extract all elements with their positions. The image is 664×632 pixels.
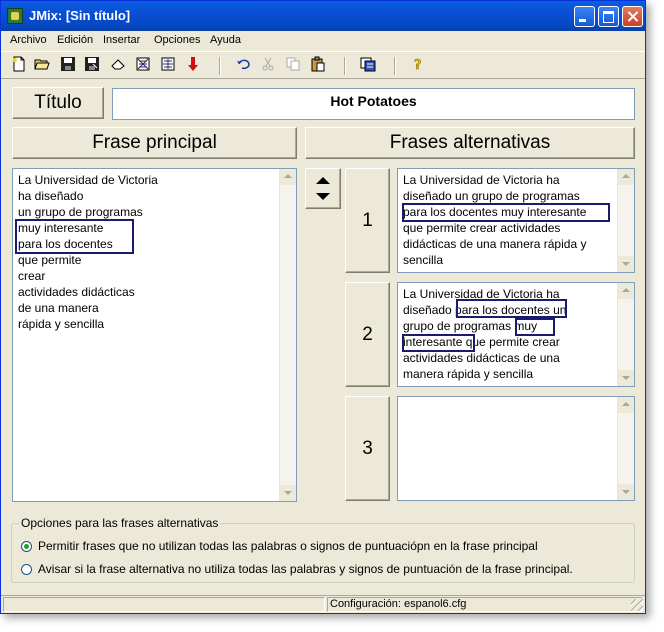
menu-edicion[interactable]: Edición [57,34,93,46]
alternative-textarea-3[interactable] [397,396,635,501]
title-bar[interactable]: JMix: [Sin título] [1,1,645,31]
alt1-line: diseñado un grupo de programas [403,189,580,203]
move-up-arrow-icon[interactable] [316,177,330,184]
alt1-line: que permite crear actividades [403,221,561,235]
main-vertical-scrollbar[interactable] [279,169,296,501]
export-arrow-icon[interactable] [184,56,202,74]
close-button[interactable] [622,6,643,27]
main-sentence-header[interactable]: Frase principal [12,127,297,159]
main-line: actividades didácticas [18,285,135,299]
save-icon[interactable] [59,56,77,74]
alt1-line: didácticas de una manera rápida y [403,237,587,251]
alternative-number-2[interactable]: 2 [345,282,390,387]
alternative-sentences-header[interactable]: Frases alternativas [305,127,635,159]
status-cell-empty [3,597,325,612]
alt3-vertical-scrollbar[interactable] [617,397,634,500]
menu-bar: Archivo Edición Insertar Opciones Ayuda [1,32,645,50]
app-window: JMix: [Sin título] Archivo Edición Inser… [0,0,646,614]
svg-text:?: ? [414,58,422,72]
new-file-icon[interactable] [10,56,28,74]
copy-icon[interactable] [284,56,302,74]
resize-grip-icon[interactable] [631,599,643,611]
title-label-button[interactable]: Título [12,87,104,119]
main-line: La Universidad de Victoria [18,173,158,187]
highlight-box [402,203,610,222]
alternative-textarea-2[interactable]: La Universidad de Victoria ha diseñado p… [397,282,635,387]
toolbar-separator [394,57,396,75]
main-line: rápida y sencilla [18,317,105,331]
main-line: ha diseñado [18,189,84,203]
reorder-buttons[interactable] [305,168,341,209]
minimize-button[interactable] [574,6,595,27]
main-line: de una manera [18,301,99,315]
status-bar: Configuración: espanol6.cfg [1,595,645,613]
paste-icon[interactable] [309,56,327,74]
cut-icon[interactable] [259,56,277,74]
alternative-number-1[interactable]: 1 [345,168,390,273]
main-sentence-textarea[interactable]: La Universidad de Victoria ha diseñado u… [12,168,297,502]
alternative-textarea-1[interactable]: La Universidad de Victoria ha diseñado u… [397,168,635,273]
highlight-box [15,219,134,254]
menu-insertar[interactable]: Insertar [103,34,140,46]
scroll-down-arrow-icon[interactable] [618,484,634,500]
title-input-value: Hot Potatoes [330,93,417,109]
scroll-up-arrow-icon[interactable] [618,283,634,299]
move-down-arrow-icon[interactable] [316,193,330,200]
config-icon[interactable] [359,56,377,74]
undo-icon[interactable] [234,56,252,74]
open-folder-icon[interactable] [33,56,51,74]
web-page-icon[interactable] [134,56,152,74]
alternative-options-group: Opciones para las frases alternativas Pe… [11,516,635,583]
option-allow-partial-radio[interactable] [21,541,32,552]
toolbar: ? [1,51,645,79]
scroll-down-arrow-icon[interactable] [618,370,634,386]
alternative-number-3[interactable]: 3 [345,396,390,501]
save-as-icon[interactable] [83,56,101,74]
scroll-down-arrow-icon[interactable] [280,485,296,501]
window-title: JMix: [Sin título] [29,8,131,23]
menu-ayuda[interactable]: Ayuda [210,34,241,46]
scroll-down-arrow-icon[interactable] [618,256,634,272]
option-warn-partial-radio[interactable] [21,564,32,575]
toolbar-separator [344,57,346,75]
toolbar-separator [219,57,221,75]
scroll-up-arrow-icon[interactable] [280,169,296,185]
alt1-line: sencilla [403,253,444,267]
menu-opciones[interactable]: Opciones [154,34,200,46]
title-input[interactable]: Hot Potatoes [112,88,635,120]
scroll-up-arrow-icon[interactable] [618,397,634,413]
status-config: Configuración: espanol6.cfg [327,597,643,612]
help-icon[interactable]: ? [409,56,427,74]
main-line: que permite [18,253,82,267]
menu-archivo[interactable]: Archivo [10,34,47,46]
jmix-app-icon[interactable] [7,8,23,24]
highlight-box [402,334,475,352]
web-page-dragdrop-icon[interactable] [159,56,177,74]
main-line: un grupo de programas [18,205,143,219]
maximize-button[interactable] [598,6,619,27]
main-line: crear [18,269,46,283]
alt1-line: La Universidad de Victoria ha [403,173,560,187]
scroll-up-arrow-icon[interactable] [618,169,634,185]
option-allow-partial-label[interactable]: Permitir frases que no utilizan todas la… [38,539,538,553]
highlight-box [456,299,567,318]
options-legend: Opciones para las frases alternativas [19,516,221,530]
highlight-box [515,318,555,336]
alt2-line: actividades didácticas de una [403,351,560,365]
alt2-vertical-scrollbar[interactable] [617,283,634,386]
alt1-vertical-scrollbar[interactable] [617,169,634,272]
alt2-line: manera rápida y sencilla [403,367,534,381]
option-warn-partial-label[interactable]: Avisar si la frase alternativa no utiliz… [38,562,573,576]
eraser-icon[interactable] [109,56,127,74]
